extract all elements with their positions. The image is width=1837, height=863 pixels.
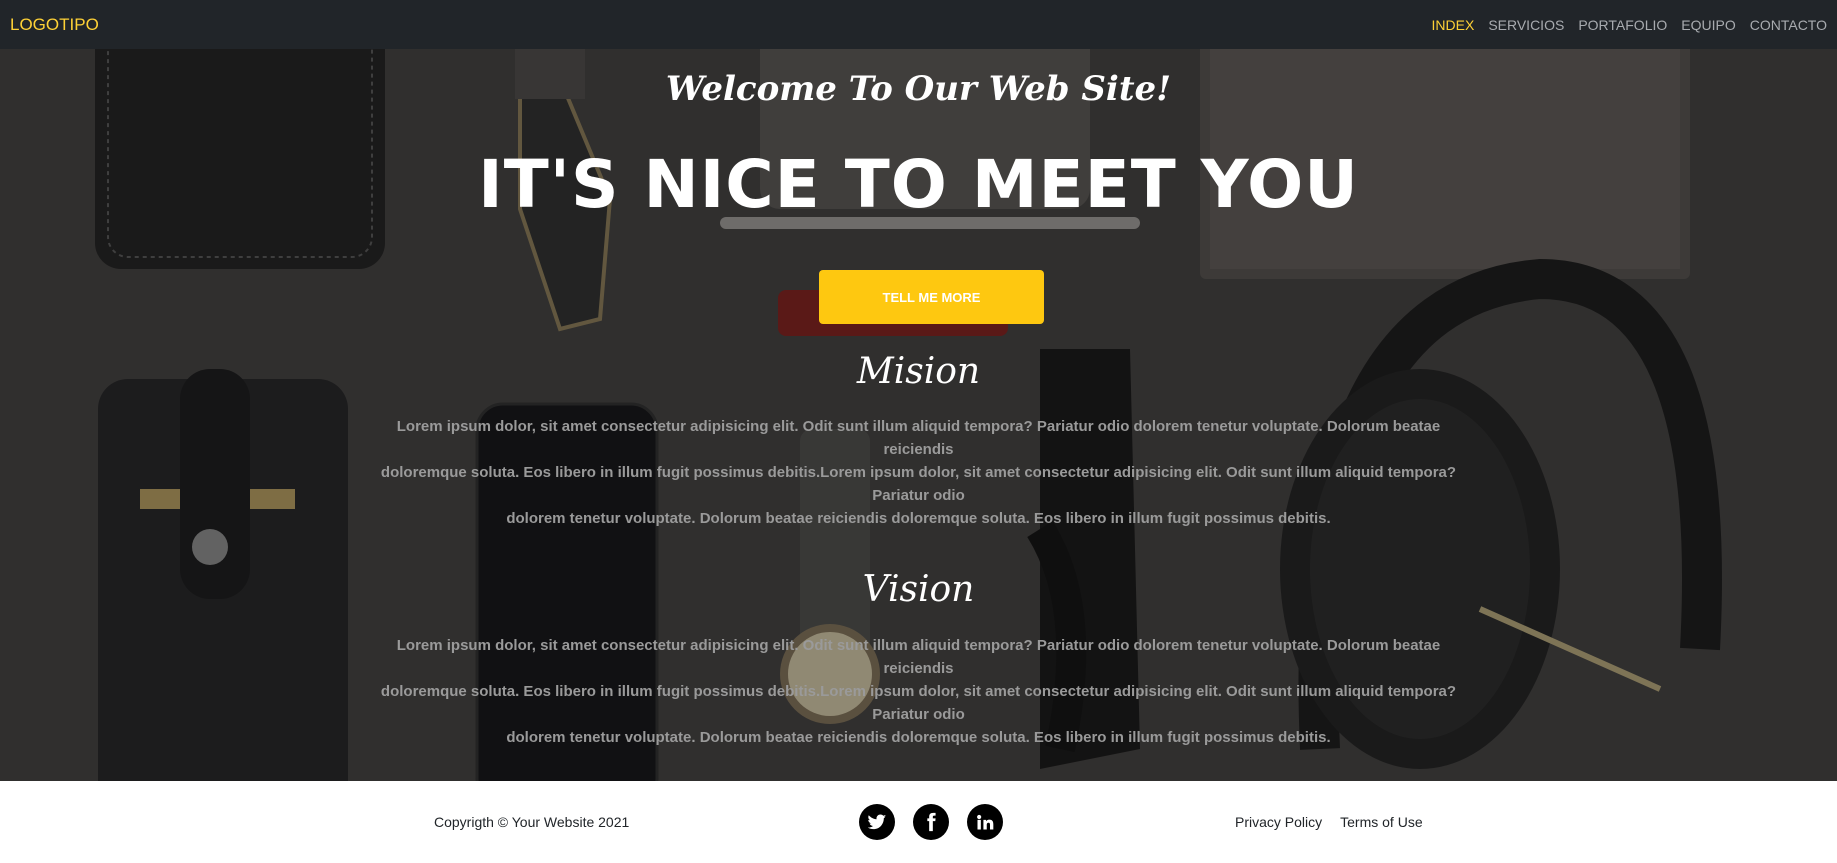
copyright-text: Copyrigth © Your Website 2021 (434, 814, 630, 830)
brand-logo[interactable]: LOGOTIPO (10, 15, 99, 35)
footer: Copyrigth © Your Website 2021 Privacy Po… (0, 781, 1837, 863)
vision-text-line: doloremque soluta. Eos libero in illum f… (380, 683, 1457, 723)
nav-item-portafolio[interactable]: PORTAFOLIO (1578, 17, 1667, 33)
vision-text: Lorem ipsum dolor, sit amet consectetur … (360, 634, 1477, 749)
nav-item-equipo[interactable]: EQUIPO (1681, 17, 1735, 33)
terms-of-use-link[interactable]: Terms of Use (1340, 814, 1422, 830)
hero-welcome-text: Welcome To Our Web Site! (665, 69, 1172, 109)
social-links (859, 804, 1003, 840)
hero-section: Welcome To Our Web Site! IT'S NICE TO ME… (0, 49, 1837, 781)
vision-text-line: Lorem ipsum dolor, sit amet consectetur … (396, 637, 1441, 677)
privacy-policy-link[interactable]: Privacy Policy (1235, 814, 1322, 830)
linkedin-button[interactable] (967, 804, 1003, 840)
linkedin-icon (977, 814, 994, 830)
navbar: LOGOTIPO INDEX SERVICIOS PORTAFOLIO EQUI… (0, 0, 1837, 49)
mision-text-line: doloremque soluta. Eos libero in illum f… (380, 464, 1457, 504)
twitter-button[interactable] (859, 804, 895, 840)
twitter-icon (867, 814, 887, 830)
nav-item-index[interactable]: INDEX (1432, 17, 1475, 33)
vision-title: Vision (862, 569, 975, 610)
tell-me-more-button[interactable]: TELL ME MORE (819, 270, 1044, 324)
hero-headline: IT'S NICE TO MEET YOU (478, 146, 1359, 223)
mision-text-line: Lorem ipsum dolor, sit amet consectetur … (396, 418, 1441, 458)
mision-title: Mision (856, 351, 981, 392)
hero-content: Welcome To Our Web Site! IT'S NICE TO ME… (0, 49, 1837, 781)
footer-links: Privacy Policy Terms of Use (1235, 781, 1423, 863)
mision-text: Lorem ipsum dolor, sit amet consectetur … (360, 415, 1477, 530)
vision-text-line: dolorem tenetur voluptate. Dolorum beata… (506, 729, 1331, 746)
nav-menu: INDEX SERVICIOS PORTAFOLIO EQUIPO CONTAC… (1432, 17, 1827, 33)
facebook-button[interactable] (913, 804, 949, 840)
nav-item-contacto[interactable]: CONTACTO (1750, 17, 1827, 33)
facebook-icon (927, 812, 936, 832)
nav-item-servicios[interactable]: SERVICIOS (1488, 17, 1564, 33)
mision-text-line: dolorem tenetur voluptate. Dolorum beata… (506, 510, 1331, 527)
